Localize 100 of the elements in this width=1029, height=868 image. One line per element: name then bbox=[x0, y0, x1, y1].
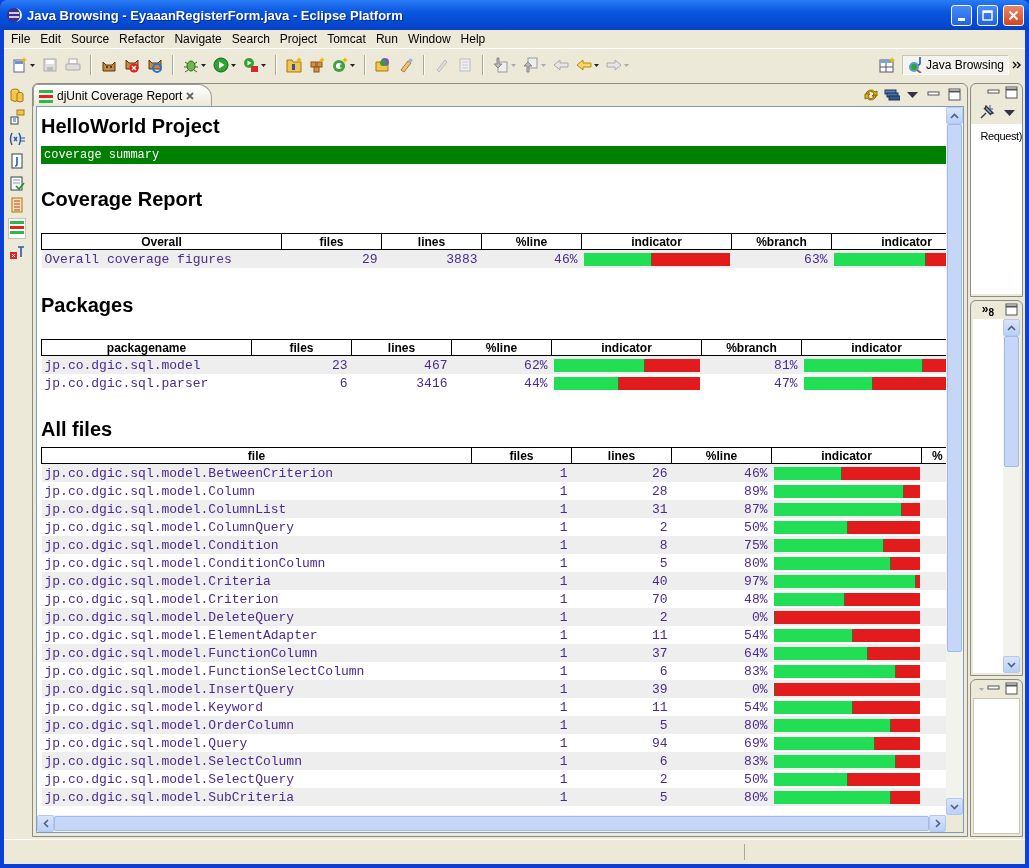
eclipse-icon bbox=[6, 7, 22, 23]
menu-item[interactable]: Help bbox=[455, 32, 491, 46]
table-cell: 69% bbox=[744, 735, 768, 751]
scroll-up-button[interactable] bbox=[1003, 319, 1020, 336]
checklist-icon[interactable] bbox=[9, 175, 25, 191]
table-cell: 26 bbox=[651, 465, 668, 481]
menu-item[interactable]: Search bbox=[226, 32, 275, 46]
table-cell: 47% bbox=[774, 375, 798, 391]
maximize-icon[interactable] bbox=[1004, 681, 1020, 697]
maximize-icon[interactable] bbox=[1004, 302, 1020, 318]
file-link[interactable]: jp.co.dgic.sql.model.Keyword bbox=[44, 699, 263, 715]
table-cell: 83% bbox=[744, 753, 768, 769]
menu-item[interactable]: Navigate bbox=[169, 32, 227, 46]
coverage-icon[interactable] bbox=[9, 219, 25, 235]
close-button[interactable] bbox=[1003, 4, 1024, 26]
menu-item[interactable]: Window bbox=[402, 32, 456, 46]
scroll-thumb[interactable] bbox=[54, 816, 929, 831]
play-icon[interactable] bbox=[213, 57, 229, 73]
file-link[interactable]: jp.co.dgic.sql.model.ConditionColumn bbox=[44, 555, 326, 571]
scroll-down-button[interactable] bbox=[1003, 656, 1020, 673]
file-link[interactable]: jp.co.dgic.sql.parser bbox=[44, 375, 209, 391]
table-cell: 50% bbox=[744, 519, 768, 535]
up-arrow-icon[interactable] bbox=[523, 57, 539, 73]
table-cell: 1 bbox=[559, 537, 568, 553]
file-link[interactable]: jp.co.dgic.sql.model.ColumnQuery bbox=[44, 519, 295, 535]
minimize-button[interactable] bbox=[951, 4, 972, 26]
scroll-thumb[interactable] bbox=[947, 124, 962, 653]
maximize-icon[interactable] bbox=[947, 87, 963, 103]
column-header: packagename bbox=[106, 340, 187, 355]
scroll-thumb[interactable] bbox=[1004, 336, 1019, 468]
variables-icon[interactable] bbox=[9, 131, 25, 147]
down-arrow-icon[interactable] bbox=[493, 57, 509, 73]
pin-icon[interactable] bbox=[978, 105, 994, 121]
menu-item[interactable]: Edit bbox=[35, 32, 67, 46]
column-header: indicator bbox=[601, 340, 652, 355]
caret-icon[interactable] bbox=[30, 63, 35, 67]
file-link[interactable]: jp.co.dgic.sql.model.SelectQuery bbox=[44, 771, 295, 787]
junit-icon[interactable] bbox=[9, 244, 25, 260]
table-cell: 0% bbox=[751, 609, 768, 625]
menu-item[interactable]: Project bbox=[274, 32, 323, 46]
open-perspective-icon[interactable] bbox=[878, 57, 895, 73]
table-cell: 6 bbox=[659, 753, 668, 769]
hierarchy-icon[interactable] bbox=[9, 109, 25, 125]
file-link[interactable]: jp.co.dgic.sql.model.Criterion bbox=[44, 591, 279, 607]
sync-icon[interactable] bbox=[863, 87, 879, 103]
caret-icon[interactable] bbox=[261, 63, 266, 67]
menu-item[interactable]: Source bbox=[66, 32, 115, 46]
column-header: lines bbox=[607, 448, 636, 463]
file-link[interactable]: jp.co.dgic.sql.model.ElementAdapter bbox=[44, 627, 318, 643]
maximize-button[interactable] bbox=[977, 4, 998, 26]
column-header: indicator bbox=[821, 448, 872, 463]
menu-item[interactable]: Tomcat bbox=[322, 32, 371, 46]
table-cell: 1 bbox=[559, 555, 568, 571]
caret-icon[interactable] bbox=[594, 63, 599, 67]
run-tool-icon[interactable] bbox=[243, 57, 259, 73]
layers-icon[interactable] bbox=[884, 87, 900, 103]
editor-tab[interactable]: djUnit Coverage Report bbox=[33, 84, 213, 106]
project-title: HelloWorld Project bbox=[41, 115, 221, 138]
maximize-icon[interactable] bbox=[1004, 85, 1020, 101]
file-link[interactable]: jp.co.dgic.sql.model.Column bbox=[44, 483, 256, 499]
column-header: indicator bbox=[881, 234, 932, 249]
close-icon bbox=[185, 90, 196, 101]
table-cell: 94 bbox=[651, 735, 668, 751]
caret-icon[interactable] bbox=[231, 63, 236, 67]
menu-item[interactable]: File bbox=[6, 32, 36, 46]
table-cell: 62% bbox=[524, 357, 548, 373]
overflow-button[interactable]: »$_{8}$ bbox=[981, 301, 994, 319]
scroll-right-button[interactable] bbox=[929, 815, 946, 832]
table-cell: 31 bbox=[651, 501, 668, 517]
table-cell: 1 bbox=[559, 771, 568, 787]
scroll-up-button[interactable] bbox=[946, 107, 963, 124]
menu-item[interactable]: Run bbox=[370, 32, 403, 46]
new-package-icon[interactable] bbox=[309, 57, 325, 73]
minimize-icon bbox=[958, 17, 965, 21]
scroll-down-button[interactable] bbox=[946, 798, 963, 815]
open-folder-icon[interactable] bbox=[375, 57, 391, 73]
cat-icon[interactable] bbox=[147, 57, 163, 73]
chevron-icon[interactable] bbox=[1012, 61, 1021, 69]
table-cell: 54% bbox=[744, 699, 768, 715]
cylinders-icon[interactable] bbox=[9, 87, 25, 103]
menu-item[interactable]: Refactor bbox=[114, 32, 170, 46]
summary-bar: coverage summary bbox=[41, 146, 946, 164]
caret-icon[interactable] bbox=[201, 63, 206, 67]
new-project-icon[interactable] bbox=[286, 57, 302, 73]
bug-icon[interactable] bbox=[183, 57, 199, 73]
perspective-button[interactable]: Java Browsing bbox=[901, 55, 1009, 75]
table-cell: 1 bbox=[559, 501, 568, 517]
cat-icon[interactable] bbox=[124, 57, 140, 73]
vertical-scrollbar[interactable] bbox=[946, 107, 963, 815]
horizontal-scrollbar[interactable] bbox=[37, 815, 963, 832]
caret-icon[interactable] bbox=[350, 63, 355, 67]
file-link[interactable]: jp.co.dgic.sql.model.Query bbox=[44, 735, 248, 751]
table-cell: 1 bbox=[559, 789, 568, 805]
vertical-scrollbar[interactable] bbox=[1003, 319, 1020, 673]
brush-icon[interactable] bbox=[398, 57, 414, 73]
table-cell: 6 bbox=[659, 663, 668, 679]
table-cell: 40 bbox=[651, 573, 668, 589]
file-link[interactable]: jp.co.dgic.sql.model.FunctionSelectColumn bbox=[44, 663, 365, 679]
document-icon[interactable] bbox=[9, 153, 25, 169]
scroll-left-button[interactable] bbox=[37, 815, 54, 832]
